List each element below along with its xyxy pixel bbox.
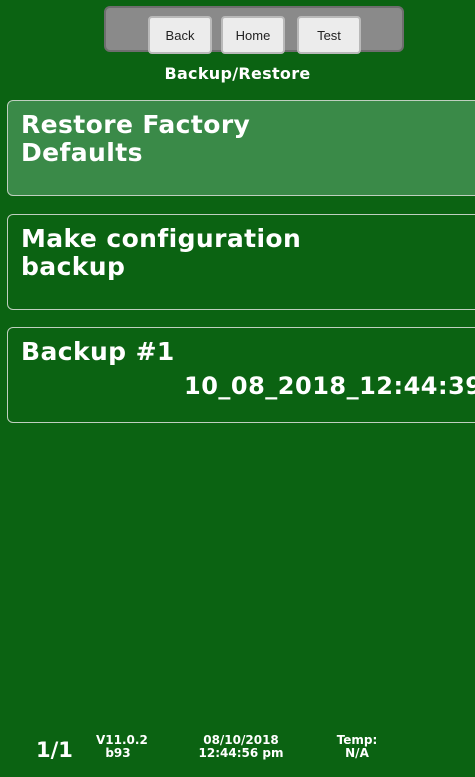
- make-configuration-backup-button[interactable]: Make configuration backup: [7, 214, 475, 310]
- temp-value: N/A: [345, 746, 369, 760]
- restore-factory-defaults-label: Restore Factory Defaults: [21, 111, 250, 167]
- home-button[interactable]: Home: [221, 16, 285, 54]
- restore-factory-defaults-button[interactable]: Restore Factory Defaults: [7, 100, 475, 196]
- time-value: 12:44:56 pm: [198, 746, 284, 760]
- backup-1-timestamp: 10_08_2018_12:44:39: [184, 372, 475, 400]
- restore-label-line1: Restore Factory: [21, 110, 251, 139]
- test-button[interactable]: Test: [297, 16, 361, 54]
- status-footer: 1/1 V11.0.2 b93 08/10/2018 12:44:56 pm T…: [0, 728, 475, 777]
- page-indicator: 1/1: [36, 738, 73, 762]
- version-info: V11.0.2 b93: [96, 734, 148, 760]
- backup-1-label: Backup #1: [21, 337, 175, 366]
- temperature-info: Temp: N/A: [322, 734, 392, 760]
- back-button[interactable]: Back: [148, 16, 212, 54]
- restore-label-line2: Defaults: [21, 138, 143, 167]
- backup-1-button[interactable]: Backup #1 10_08_2018_12:44:39: [7, 327, 475, 423]
- make-backup-line1: Make configuration: [21, 224, 302, 253]
- make-backup-label: Make configuration backup: [21, 225, 301, 281]
- build-number: b93: [105, 746, 131, 760]
- make-backup-line2: backup: [21, 252, 126, 281]
- datetime-info: 08/10/2018 12:44:56 pm: [186, 734, 296, 760]
- page-title: Backup/Restore: [164, 64, 311, 83]
